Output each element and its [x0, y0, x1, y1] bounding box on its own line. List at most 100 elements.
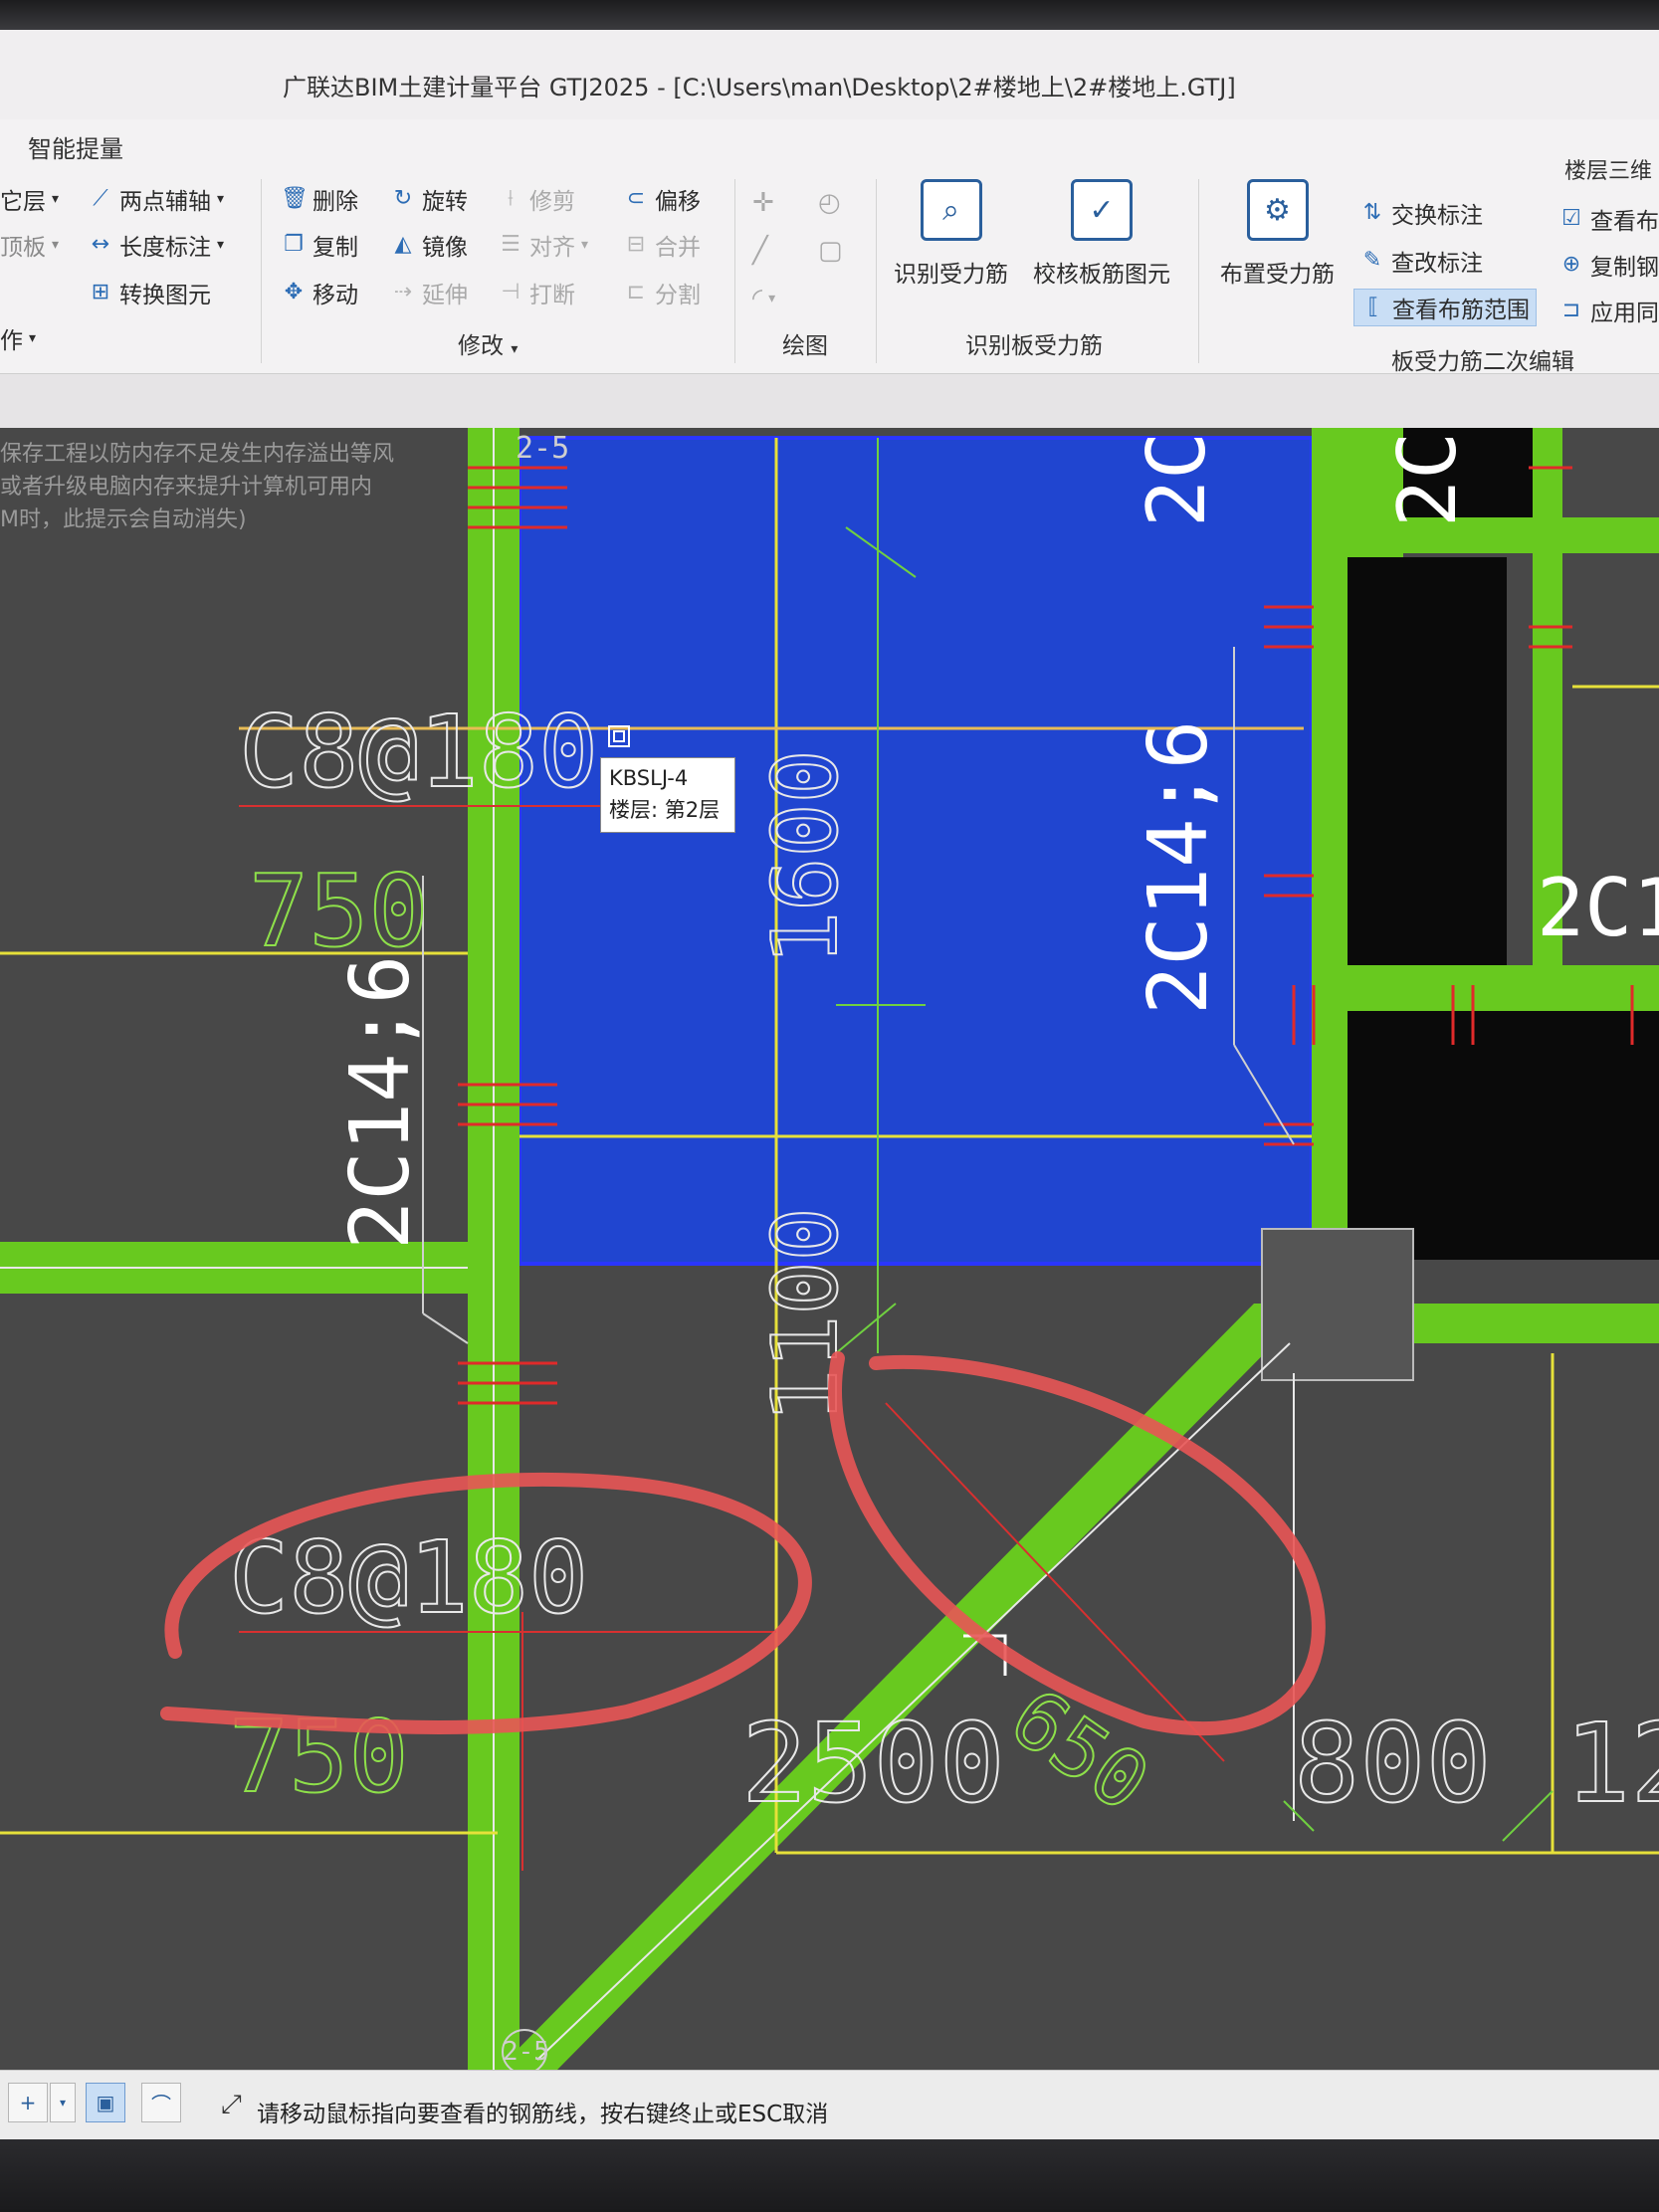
- rectangle-icon: ▢: [818, 236, 843, 266]
- tool-top-slab[interactable]: 顶板 ▾: [0, 227, 59, 263]
- dimension-icon: ↔: [91, 232, 110, 257]
- void-region: [1348, 1011, 1659, 1260]
- align-label: 对齐: [529, 235, 575, 261]
- dimension-1600[interactable]: 1600: [752, 748, 859, 966]
- column[interactable]: [1261, 1228, 1414, 1381]
- delete-label: 删除: [312, 189, 358, 215]
- rebar-annotation-bottom[interactable]: C8@180: [228, 1518, 589, 1637]
- tool-operation[interactable]: 作 ▾: [0, 320, 36, 356]
- edge-rebar-annotation-left[interactable]: 2C14;6: [333, 955, 428, 1250]
- dimension-12[interactable]: 12: [1563, 1699, 1659, 1828]
- place-rebar-button[interactable]: ⚙ 布置受力筋: [1220, 179, 1335, 289]
- swap-mark-label: 交换标注: [1391, 203, 1483, 229]
- cad-drawing-canvas[interactable]: C8@180 750 C8@180 750 2C14;6 2C14;6 1600…: [0, 428, 1659, 2070]
- tooltip-floor: 楼层: 第2层: [609, 798, 721, 822]
- mirror-button[interactable]: ◭ 镜像: [390, 227, 468, 263]
- align-icon: ☰: [501, 232, 520, 257]
- trim-label: 修剪: [529, 189, 575, 215]
- identify-rebar-icon: ⌕: [920, 179, 982, 241]
- offset-label: 偏移: [655, 189, 701, 215]
- tool-top-slab-label: 顶板: [0, 235, 46, 261]
- copy-button[interactable]: ❐ 复制: [281, 227, 358, 263]
- tab-smart-quantity[interactable]: 智能提量: [28, 129, 123, 164]
- cad-drawing[interactable]: C8@180 750 C8@180 750 2C14;6 2C14;6 1600…: [0, 428, 1659, 2070]
- apply-same-button[interactable]: ⊐ 应用同: [1558, 293, 1659, 328]
- merge-button[interactable]: ⊟ 合并: [623, 227, 701, 263]
- element-tooltip: KBSLJ-4 楼层: 第2层: [600, 757, 735, 833]
- edit-group-label: 板受力筋二次编辑: [1391, 349, 1574, 375]
- snap-icon: +: [19, 2091, 37, 2114]
- tool-other-floor-label: 它层: [0, 189, 46, 215]
- arc-mode-button[interactable]: ⌒: [141, 2083, 181, 2122]
- trim-button[interactable]: ⟊ 修剪: [498, 181, 575, 217]
- edge-rebar-annotation-mid[interactable]: 2C14;6: [1132, 720, 1226, 1015]
- change-mark-button[interactable]: ✎ 查改标注: [1359, 243, 1483, 279]
- tab-floor-3d[interactable]: 楼层三维: [1564, 153, 1652, 185]
- view-icon: ☑: [1561, 206, 1581, 231]
- view-rebar-range-button[interactable]: ⟦ 查看布筋范围: [1353, 289, 1537, 326]
- slab-rebar-annotation-top[interactable]: 2C: [1131, 432, 1223, 527]
- apply-same-label: 应用同: [1590, 301, 1659, 326]
- chevron-down-icon: ▾: [581, 237, 589, 253]
- ribbon-separator: [734, 179, 735, 363]
- copy-rebar-icon: ⊕: [1561, 252, 1581, 277]
- snap-mode-button[interactable]: +: [8, 2083, 48, 2122]
- ribbon-separator: [1198, 179, 1199, 363]
- snap-dropdown[interactable]: ▾: [50, 2083, 76, 2122]
- chevron-down-icon: ▾: [768, 291, 776, 306]
- length-mark-button[interactable]: ↔ 长度标注 ▾: [88, 227, 224, 263]
- status-bar: [0, 2070, 1659, 2140]
- ortho-mode-button[interactable]: ▣: [86, 2083, 125, 2122]
- delete-button[interactable]: 🗑 删除: [281, 181, 358, 217]
- check-rebar-label: 校核板筋图元: [1033, 262, 1170, 288]
- rotate-button[interactable]: ↻ 旋转: [390, 181, 468, 217]
- right-rebar-annotation-top[interactable]: 2C: [1381, 432, 1474, 527]
- draw-point-button[interactable]: ✛: [752, 185, 774, 221]
- length-annotation-top[interactable]: 750: [248, 852, 430, 970]
- break-button[interactable]: ⊣ 打断: [498, 275, 575, 310]
- copy-rebar-button[interactable]: ⊕ 复制钢: [1558, 247, 1659, 283]
- ribbon-separator: [876, 179, 877, 363]
- line-icon: ╱: [752, 236, 768, 266]
- check-rebar-button[interactable]: ✓ 校核板筋图元: [1033, 179, 1170, 289]
- modify-group-label[interactable]: 修改 ▾: [458, 326, 518, 360]
- split-button[interactable]: ⊏ 分割: [623, 275, 701, 310]
- right-rebar-annotation-mid[interactable]: 2C1: [1537, 862, 1659, 954]
- mirror-label: 镜像: [422, 235, 468, 261]
- dimension-800[interactable]: 800: [1293, 1699, 1493, 1828]
- draw-arc-button[interactable]: ◜ ▾: [752, 281, 775, 316]
- extend-button[interactable]: ⇢ 延伸: [390, 275, 468, 310]
- chevron-down-icon: ▾: [511, 341, 518, 357]
- tool-operation-label: 作: [0, 328, 23, 354]
- merge-label: 合并: [655, 235, 701, 261]
- copy-icon: ❐: [284, 232, 304, 257]
- two-point-axis-button[interactable]: ⟋ 两点辅轴 ▾: [88, 181, 224, 217]
- offset-button[interactable]: ⊂ 偏移: [623, 181, 701, 217]
- arc-icon: ◜: [752, 284, 763, 313]
- swap-icon: ⇅: [1362, 200, 1382, 225]
- tool-other-floor[interactable]: 它层 ▾: [0, 181, 59, 217]
- trash-icon: 🗑: [281, 186, 309, 211]
- rebar-annotation-top[interactable]: C8@180: [238, 693, 599, 811]
- change-mark-label: 查改标注: [1391, 251, 1483, 277]
- split-label: 分割: [655, 283, 701, 308]
- identify-group-label: 识别板受力筋: [965, 333, 1103, 359]
- draw-rect-button[interactable]: ▢: [818, 233, 843, 269]
- place-rebar-label: 布置受力筋: [1220, 262, 1335, 288]
- move-button[interactable]: ✥ 移动: [281, 275, 358, 310]
- edit-mark-icon: ✎: [1362, 248, 1382, 273]
- convert-element-button[interactable]: ⊞ 转换图元: [88, 275, 211, 310]
- align-button[interactable]: ☰ 对齐 ▾: [498, 227, 588, 263]
- identify-rebar-button[interactable]: ⌕ 识别受力筋: [894, 179, 1008, 289]
- draw-line-button[interactable]: ╱: [752, 233, 768, 269]
- rotate-icon: ↻: [393, 186, 413, 211]
- axis-icon: ⟋: [93, 186, 108, 211]
- tooltip-element-name: KBSLJ-4: [609, 766, 689, 790]
- dimension-1100[interactable]: 1100: [752, 1206, 859, 1424]
- move-label: 移动: [312, 283, 358, 308]
- view-layout-button[interactable]: ☑ 查看布: [1558, 201, 1659, 237]
- draw-angle-button[interactable]: ◴: [818, 185, 841, 221]
- modify-group-label-text: 修改: [458, 333, 504, 359]
- swap-mark-button[interactable]: ⇅ 交换标注: [1359, 195, 1483, 231]
- dimension-2500[interactable]: 2500: [740, 1699, 1006, 1828]
